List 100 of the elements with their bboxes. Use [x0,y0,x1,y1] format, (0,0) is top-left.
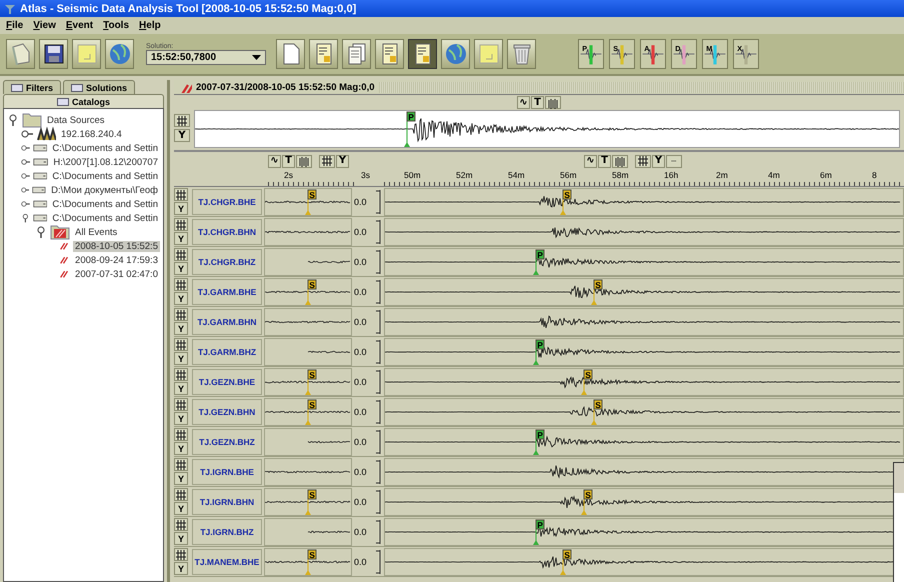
pick-flag[interactable]: S [591,399,602,424]
grid-button[interactable] [635,154,651,168]
grid-button[interactable] [174,338,188,351]
menu-item[interactable]: Help [135,20,165,31]
pick-flag[interactable]: S [305,369,316,394]
tool-button[interactable]: Y [174,129,190,142]
grid-button[interactable] [174,458,188,471]
tool-button[interactable]: ∿ [584,154,597,168]
channel-name[interactable]: TJ.GEZN.BHE [192,368,262,394]
tree-item[interactable]: 192.168.240.4 [59,128,124,140]
tool-button[interactable]: T [282,154,295,168]
channel-name[interactable]: TJ.IGRN.BHE [192,458,262,484]
grid-button[interactable] [174,114,190,127]
tool-button[interactable]: ∿ [517,96,530,109]
channel-name[interactable]: TJ.CHGR.BHN [192,218,262,244]
tree-item[interactable]: C:\Documents and Settin [50,142,160,154]
scale-button[interactable]: Y [174,262,188,275]
pick-flag[interactable]: S [305,549,316,574]
solution-dropdown[interactable]: 15:52:50,7800 [146,50,266,65]
tree-item[interactable]: 2008-10-05 15:52:5 [73,240,160,252]
bars-button[interactable] [545,96,561,109]
tool-button[interactable]: T [531,96,544,109]
tree-item[interactable]: C:\Documents and Settin [50,198,160,210]
menu-item[interactable]: File [2,20,28,31]
scale-button[interactable]: Y [174,412,188,425]
toolbar-button[interactable] [342,39,371,69]
grid-button[interactable] [174,218,188,231]
channel-name[interactable]: TJ.GEZN.BHN [192,398,262,424]
tree-item[interactable]: 2007-07-31 02:47:0 [73,268,160,280]
channel-name[interactable]: TJ.IGRN.BHN [192,488,262,514]
scale-button[interactable]: Y [174,382,188,395]
channel-name[interactable]: TJ.GARM.BHZ [192,338,262,364]
grid-button[interactable] [319,154,335,168]
channel-name[interactable]: TJ.CHGR.BHZ [192,248,262,274]
menu-item[interactable]: Tools [99,20,134,31]
scale-button[interactable]: Y [174,292,188,305]
scale-button[interactable]: Y [174,532,188,545]
tree-item[interactable]: D:\Мои документы\Геоф [49,184,160,196]
tree-item[interactable]: 2008-09-24 17:59:3 [73,254,160,266]
scale-button[interactable]: Y [174,202,188,215]
tree-item[interactable]: H:\2007[1].08.12\200707 [51,156,160,168]
expand-handle-icon[interactable] [35,226,47,238]
scale-button[interactable]: Y [174,322,188,335]
tool-button[interactable]: Y [652,154,665,168]
pick-flag[interactable]: P [533,429,544,454]
toolbar-button[interactable] [276,39,305,69]
grid-button[interactable] [174,428,188,441]
pick-flag[interactable]: S [560,549,572,574]
tool-button[interactable]: T [598,154,611,168]
tab[interactable]: Filters [3,80,62,94]
pick-flag[interactable]: P [404,112,416,147]
toolbar-button[interactable] [375,39,404,69]
tree-item[interactable]: C:\Documents and Settin [50,170,160,182]
pick-flag[interactable]: S [581,369,592,394]
channel-name[interactable]: TJ.GARM.BHE [192,278,262,304]
scale-button[interactable]: Y [174,502,188,515]
pick-flag[interactable]: S [305,279,316,304]
grid-button[interactable] [174,248,188,261]
expand-handle-icon[interactable] [21,128,33,140]
tool-button[interactable]: Y [336,154,349,168]
scale-button[interactable]: Y [174,232,188,245]
grid-button[interactable] [174,518,188,531]
channel-name[interactable]: TJ.CHGR.BHE [192,188,262,214]
tab[interactable]: Solutions [63,80,136,94]
expand-handle-icon[interactable] [21,212,30,224]
toolbar-button[interactable] [408,39,437,69]
grid-button[interactable] [174,398,188,411]
channel-name[interactable]: TJ.IGRN.BHZ [192,518,262,544]
channel-name[interactable]: TJ.GEZN.BHZ [192,428,262,454]
tree-item[interactable]: All Events [73,226,120,238]
channel-name[interactable]: TJ.GARM.BHN [192,308,262,334]
channel-name[interactable]: TJ.MANEM.BHE [192,548,262,574]
toolbar-button[interactable] [39,39,68,69]
menu-item[interactable]: View [29,20,60,31]
grid-button[interactable] [174,188,188,201]
tree-item[interactable]: C:\Documents and Settin [50,212,160,224]
scale-button[interactable]: Y [174,442,188,455]
tab[interactable]: Catalogs [3,94,164,108]
scale-button[interactable]: Y [174,352,188,365]
grid-button[interactable] [174,368,188,381]
toolbar-button[interactable] [309,39,338,69]
bars-button[interactable] [612,154,628,168]
grid-button[interactable] [174,308,188,321]
bars-button[interactable] [296,154,312,168]
pick-flag[interactable]: S [560,189,572,214]
scale-button[interactable]: Y [174,472,188,485]
grid-button[interactable] [174,548,188,561]
pick-flag[interactable]: S [591,279,602,304]
scale-button[interactable]: Y [174,562,188,575]
pick-flag[interactable]: S [305,189,316,214]
expand-handle-icon[interactable] [7,114,19,126]
pick-flag[interactable]: S [305,399,316,424]
menu-item[interactable]: Event [62,20,98,31]
pick-flag[interactable]: P [533,339,544,364]
pick-flag[interactable]: S [305,489,316,514]
pick-flag[interactable]: S [581,489,592,514]
pick-flag[interactable]: P [533,249,544,274]
tool-button[interactable]: ∿ [268,154,281,168]
grid-button[interactable] [174,278,188,291]
tree-item[interactable]: Data Sources [45,114,107,126]
